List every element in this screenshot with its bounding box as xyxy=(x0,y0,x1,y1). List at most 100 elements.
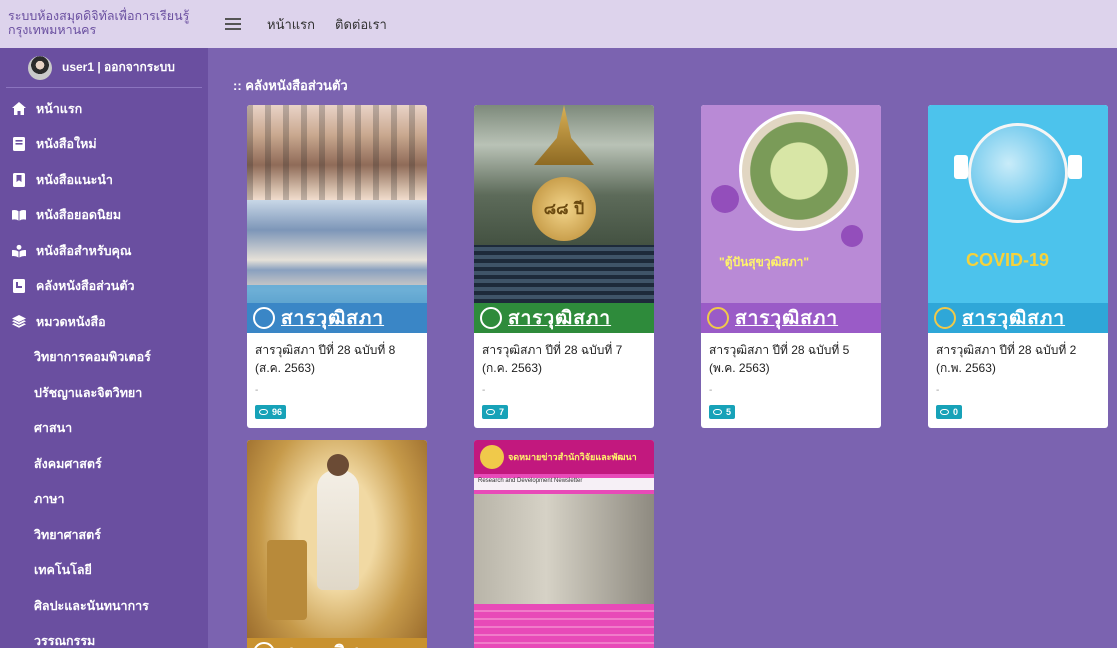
category-item-science[interactable]: วิทยาศาสตร์ xyxy=(0,517,208,553)
book-card[interactable]: "ตู้ปันสุขวุฒิสภา" สารวุฒิสภา สารวุฒิสภา… xyxy=(701,105,881,428)
category-label: ปรัชญาและจิตวิทยา xyxy=(34,385,143,400)
user-panel: user1 | ออกจากระบบ xyxy=(6,48,202,88)
category-item-social-science[interactable]: สังคมศาสตร์ xyxy=(0,446,208,482)
category-item-technology[interactable]: เทคโนโลยี xyxy=(0,553,208,589)
library-icon xyxy=(12,279,26,294)
book-title[interactable]: สารวุฒิสภา ปีที่ 28 ฉบับที่ 5 (พ.ค. 2563… xyxy=(709,341,875,381)
cover-band-text: สารวุฒิสภา xyxy=(281,638,384,648)
sidebar-item-label: หนังสือยอดนิยม xyxy=(36,208,122,223)
topnav-contact-link[interactable]: ติดต่อเรา xyxy=(335,14,387,35)
sidebar-item-popular[interactable]: หนังสือยอดนิยม xyxy=(0,198,208,234)
category-label: วิทยาการคอมพิวเตอร์ xyxy=(34,350,151,365)
book-title[interactable]: สารวุฒิสภา ปีที่ 28 ฉบับที่ 2 (ก.พ. 2563… xyxy=(936,341,1102,381)
sidebar-item-label: หมวดหนังสือ xyxy=(36,314,106,329)
sidebar: ระบบห้องสมุดดิจิทัลเพื่อการเรียนรู้ กรุง… xyxy=(0,0,208,648)
cover-band-text: สารวุฒิสภา xyxy=(281,308,385,329)
sidebar-item-label: หนังสือแนะนำ xyxy=(36,172,113,187)
sidebar-item-home[interactable]: หน้าแรก xyxy=(0,91,208,127)
category-label: เทคโนโลยี xyxy=(34,563,92,578)
senate-seal-icon xyxy=(934,307,956,329)
sidebar-item-for-you[interactable]: หนังสือสำหรับคุณ xyxy=(0,233,208,269)
category-label: วิทยาศาสตร์ xyxy=(34,527,102,542)
newsletter-subtitle: Research and Development Newsletter xyxy=(474,478,654,490)
category-item-arts[interactable]: ศิลปะและนันทนาการ xyxy=(0,588,208,624)
eye-icon xyxy=(486,409,495,415)
site-title[interactable]: ระบบห้องสมุดดิจิทัลเพื่อการเรียนรู้ กรุง… xyxy=(0,0,208,48)
avatar xyxy=(28,55,52,80)
senate-seal-icon xyxy=(253,307,275,329)
view-count: 5 xyxy=(726,407,732,417)
category-item-computer-science[interactable]: วิทยาการคอมพิวเตอร์ xyxy=(0,340,208,376)
book-card[interactable]: COVID-19 สารวุฒิสภา สารวุฒิสภา ปีที่ 28 … xyxy=(928,105,1108,428)
view-count-badge: 7 xyxy=(482,405,509,419)
book-card[interactable]: สารวุฒิสภา สารวุฒิสภา ปีที่ 28 ฉบับที่ 8… xyxy=(247,105,427,428)
category-item-language[interactable]: ภาษา xyxy=(0,482,208,518)
senate-seal-icon xyxy=(480,307,502,329)
book-author: - xyxy=(482,385,486,396)
category-label: ศาสนา xyxy=(34,421,73,436)
senate-seal-icon xyxy=(253,642,275,648)
hamburger-menu-icon[interactable] xyxy=(225,18,241,30)
bookmark-icon xyxy=(12,172,26,187)
book-icon xyxy=(12,137,26,152)
book-cover-image[interactable]: ๘๘ ปี สารวุฒิสภา xyxy=(474,105,654,333)
eye-icon xyxy=(713,409,722,415)
book-author: - xyxy=(936,385,940,396)
sidebar-nav: หน้าแรก หนังสือใหม่ หนังสือแนะนำ หนังสือ… xyxy=(0,88,208,648)
view-count: 96 xyxy=(272,407,283,417)
sidebar-item-personal-library[interactable]: คลังหนังสือส่วนตัว xyxy=(0,269,208,305)
anniversary-text: ๘๘ ปี xyxy=(543,198,585,218)
senate-seal-icon xyxy=(480,445,504,469)
layers-icon xyxy=(12,315,26,329)
sidebar-item-categories[interactable]: หมวดหนังสือ xyxy=(0,304,208,340)
eye-icon xyxy=(940,409,949,415)
anniversary-emblem: ๘๘ ปี xyxy=(532,177,596,241)
book-cover-image[interactable]: สารวุฒิสภา xyxy=(247,105,427,333)
view-count-badge: 5 xyxy=(709,405,736,419)
view-count-badge: 0 xyxy=(936,405,963,419)
category-label: ภาษา xyxy=(34,492,65,507)
main-content: :: คลังหนังสือส่วนตัว สารวุฒิสภา สารวุฒิ… xyxy=(208,48,1117,648)
newsletter-title: จดหมายข่าวสำนักวิจัยและพัฒนา xyxy=(508,452,637,462)
user-logout-link[interactable]: user1 | ออกจากระบบ xyxy=(62,58,175,77)
page-title: :: คลังหนังสือส่วนตัว xyxy=(233,78,348,93)
book-title[interactable]: สารวุฒิสภา ปีที่ 28 ฉบับที่ 7 (ก.ค. 2563… xyxy=(482,341,648,381)
book-card[interactable]: จดหมายข่าวสำนักวิจัยและพัฒนา Research an… xyxy=(474,440,654,648)
book-cover-image[interactable]: สารวุฒิสภา xyxy=(247,440,427,648)
book-cover-image[interactable]: "ตู้ปันสุขวุฒิสภา" สารวุฒิสภา xyxy=(701,105,881,333)
category-label: สังคมศาสตร์ xyxy=(34,456,102,471)
cover-caption: "ตู้ปันสุขวุฒิสภา" xyxy=(719,255,810,269)
book-cover-image[interactable]: COVID-19 สารวุฒิสภา xyxy=(928,105,1108,333)
category-label: ศิลปะและนันทนาการ xyxy=(34,598,149,613)
sidebar-item-label: คลังหนังสือส่วนตัว xyxy=(36,279,135,294)
covid-title: COVID-19 xyxy=(966,250,1050,270)
eye-icon xyxy=(259,409,268,415)
category-label: วรรณกรรม xyxy=(34,634,96,648)
category-item-literature[interactable]: วรรณกรรม xyxy=(0,624,208,648)
category-item-philosophy[interactable]: ปรัชญาและจิตวิทยา xyxy=(0,375,208,411)
sidebar-item-label: หน้าแรก xyxy=(36,101,83,116)
sidebar-item-label: หนังสือใหม่ xyxy=(36,137,97,152)
top-navbar: หน้าแรก ติดต่อเรา xyxy=(208,0,1117,48)
book-cover-image[interactable]: จดหมายข่าวสำนักวิจัยและพัฒนา Research an… xyxy=(474,440,654,648)
reader-icon xyxy=(12,244,26,258)
book-author: - xyxy=(709,385,713,396)
book-card[interactable]: สารวุฒิสภา xyxy=(247,440,427,648)
view-count: 7 xyxy=(499,407,505,417)
cover-band-text: สารวุฒิสภา xyxy=(508,308,612,329)
sidebar-item-recommended[interactable]: หนังสือแนะนำ xyxy=(0,162,208,198)
book-author: - xyxy=(255,385,259,396)
view-count: 0 xyxy=(953,407,959,417)
sidebar-item-label: หนังสือสำหรับคุณ xyxy=(36,243,132,258)
book-title[interactable]: สารวุฒิสภา ปีที่ 28 ฉบับที่ 8 (ส.ค. 2563… xyxy=(255,341,421,381)
cover-band-text: สารวุฒิสภา xyxy=(962,308,1066,329)
book-card[interactable]: ๘๘ ปี สารวุฒิสภา สารวุฒิสภา ปีที่ 28 ฉบั… xyxy=(474,105,654,428)
category-item-religion[interactable]: ศาสนา xyxy=(0,411,208,447)
view-count-badge: 96 xyxy=(255,405,287,419)
cover-band-text: สารวุฒิสภา xyxy=(735,308,839,329)
home-icon xyxy=(12,102,26,116)
open-book-icon xyxy=(12,208,26,222)
sidebar-item-new-books[interactable]: หนังสือใหม่ xyxy=(0,127,208,163)
topnav-home-link[interactable]: หน้าแรก xyxy=(267,14,315,35)
senate-seal-icon xyxy=(707,307,729,329)
